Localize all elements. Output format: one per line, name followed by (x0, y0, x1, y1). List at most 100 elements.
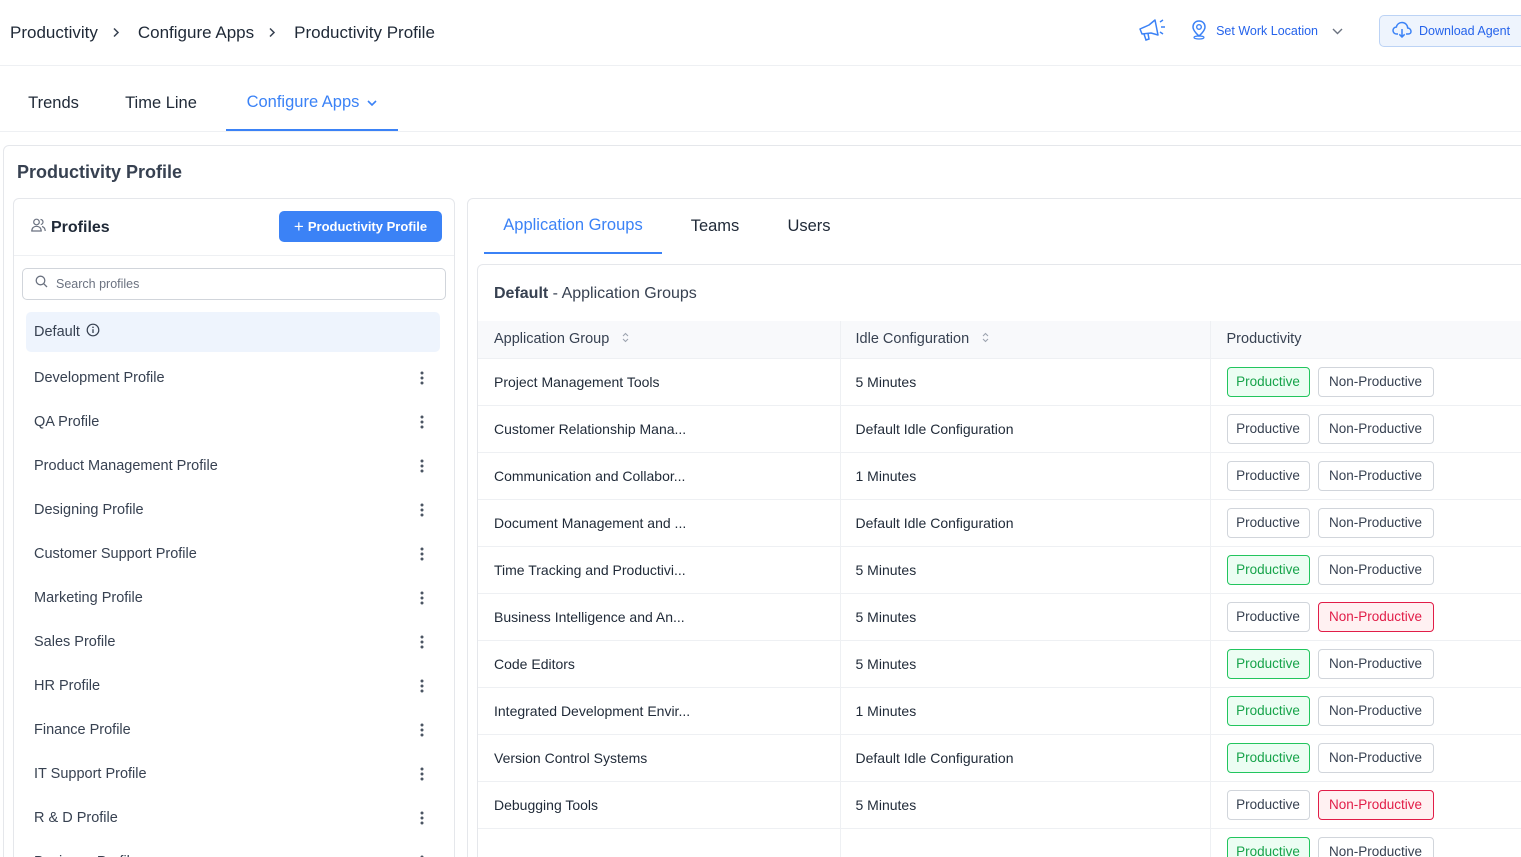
profiles-header: Profiles + Productivity Profile (14, 199, 454, 256)
non-productive-button[interactable]: Non-Productive (1317, 742, 1434, 773)
tab-configure-apps[interactable]: Configure Apps (226, 76, 398, 131)
idle-configuration-cell[interactable]: 5 Minutes (840, 593, 1211, 641)
idle-configuration-cell[interactable]: 5 Minutes (840, 546, 1211, 594)
more-options-icon[interactable] (412, 459, 432, 473)
non-productive-button[interactable]: Non-Productive (1317, 413, 1434, 444)
application-group-cell (478, 828, 841, 857)
application-groups-box: Default - Application Groups Application… (477, 264, 1521, 857)
tab-configure-apps-label: Configure Apps (246, 93, 360, 111)
table-row: Communication and Collabor... 1 Minutes Pr… (478, 452, 1521, 500)
column-productivity-label: Productivity (1226, 331, 1302, 348)
breadcrumb-configure-apps[interactable]: Configure Apps (138, 23, 254, 43)
productive-button[interactable]: Productive (1226, 601, 1310, 632)
non-productive-button[interactable]: Non-Productive (1317, 366, 1434, 397)
tab-application-groups[interactable]: Application Groups (484, 199, 662, 254)
location-pin-icon (1190, 19, 1208, 43)
non-productive-button[interactable]: Non-Productive (1317, 789, 1434, 820)
breadcrumb-productivity[interactable]: Productivity (10, 23, 98, 43)
profile-list-item[interactable]: Default (26, 312, 440, 352)
idle-configuration-cell[interactable] (840, 828, 1211, 857)
tab-users[interactable]: Users (772, 199, 846, 254)
productive-button[interactable]: Productive (1226, 507, 1310, 538)
table-row: Customer Relationship Mana... Default Idl… (478, 405, 1521, 453)
more-options-icon[interactable] (412, 547, 432, 561)
productive-button[interactable]: Productive (1226, 460, 1310, 491)
profile-list-item[interactable]: Designing Profile (26, 488, 440, 532)
table-row: Debugging Tools 5 Minutes Productive Non-Pr… (478, 781, 1521, 829)
application-groups-title: Default - Application Groups (494, 285, 697, 303)
tab-time-line[interactable]: Time Line (106, 76, 216, 131)
productive-button[interactable]: Productive (1226, 695, 1310, 726)
productivity-cell: Productive Non-Productive (1210, 734, 1521, 782)
tab-trends[interactable]: Trends (11, 76, 96, 131)
column-idle-configuration[interactable]: Idle Configuration (840, 321, 1211, 359)
productivity-cell: Productive Non-Productive (1210, 546, 1521, 594)
idle-configuration-cell[interactable]: 1 Minutes (840, 687, 1211, 735)
more-options-icon[interactable] (412, 371, 432, 385)
profile-name-text: IT Support Profile (34, 766, 147, 782)
sort-icon[interactable] (982, 331, 989, 347)
productive-button[interactable]: Productive (1226, 836, 1310, 857)
idle-configuration-cell[interactable]: 1 Minutes (840, 452, 1211, 500)
profile-list-item[interactable]: Sales Profile (26, 620, 440, 664)
productive-button[interactable]: Productive (1226, 742, 1310, 773)
info-icon[interactable] (86, 323, 100, 341)
non-productive-button[interactable]: Non-Productive (1317, 507, 1434, 538)
idle-configuration-cell[interactable]: Default Idle Configuration (840, 405, 1211, 453)
more-options-icon[interactable] (412, 767, 432, 781)
profile-name-label: Default (34, 323, 100, 341)
column-application-group[interactable]: Application Group (478, 321, 841, 359)
more-options-icon[interactable] (412, 503, 432, 517)
configuration-panel: Application Groups Teams Users Default -… (467, 198, 1521, 857)
page-title: Productivity Profile (17, 162, 183, 182)
more-options-icon[interactable] (412, 679, 432, 693)
profile-list-item[interactable]: Marketing Profile (26, 576, 440, 620)
more-options-icon[interactable] (412, 811, 432, 825)
non-productive-button[interactable]: Non-Productive (1317, 601, 1434, 632)
more-options-icon[interactable] (412, 591, 432, 605)
profile-list-item[interactable]: Finance Profile (26, 708, 440, 752)
add-profile-label: Productivity Profile (307, 219, 428, 234)
search-icon (35, 275, 48, 293)
profile-list-item[interactable]: IT Support Profile (26, 752, 440, 796)
idle-configuration-cell[interactable]: Default Idle Configuration (840, 734, 1211, 782)
download-agent-button[interactable]: Download Agent (1379, 15, 1521, 47)
idle-configuration-cell[interactable]: Default Idle Configuration (840, 499, 1211, 547)
idle-configuration-cell[interactable]: 5 Minutes (840, 640, 1211, 688)
add-productivity-profile-button[interactable]: + Productivity Profile (279, 211, 442, 242)
idle-configuration-cell[interactable]: 5 Minutes (840, 358, 1211, 406)
more-options-icon[interactable] (412, 723, 432, 737)
sort-icon[interactable] (622, 331, 629, 347)
set-work-location-dropdown[interactable]: Set Work Location (1190, 19, 1343, 43)
profile-list-item[interactable]: Development Profile (26, 356, 440, 400)
plus-icon: + (293, 217, 304, 236)
search-profiles-input[interactable] (56, 277, 416, 291)
idle-configuration-cell[interactable]: 5 Minutes (840, 781, 1211, 829)
productive-button[interactable]: Productive (1226, 366, 1310, 397)
profile-list-item[interactable]: Business Profile (26, 840, 440, 857)
tab-teams[interactable]: Teams (676, 199, 754, 254)
productivity-cell: Productive Non-Productive (1210, 499, 1521, 547)
productive-button[interactable]: Productive (1226, 789, 1310, 820)
non-productive-button[interactable]: Non-Productive (1317, 460, 1434, 491)
profiles-panel: Profiles + Productivity Profile Default D… (13, 198, 455, 857)
productive-button[interactable]: Productive (1226, 648, 1310, 679)
profile-list-item[interactable]: Product Management Profile (26, 444, 440, 488)
non-productive-button[interactable]: Non-Productive (1317, 836, 1434, 857)
non-productive-button[interactable]: Non-Productive (1317, 648, 1434, 679)
profile-list-item[interactable]: R & D Profile (26, 796, 440, 840)
profile-list-item[interactable]: HR Profile (26, 664, 440, 708)
table-row: Version Control Systems Default Idle Conf… (478, 734, 1521, 782)
more-options-icon[interactable] (412, 635, 432, 649)
non-productive-button[interactable]: Non-Productive (1317, 695, 1434, 726)
chevron-down-icon (367, 93, 377, 112)
megaphone-icon[interactable] (1136, 16, 1166, 46)
tab-teams-label: Teams (690, 217, 740, 235)
productive-button[interactable]: Productive (1226, 413, 1310, 444)
non-productive-button[interactable]: Non-Productive (1317, 554, 1434, 585)
more-options-icon[interactable] (412, 415, 432, 429)
profile-list-item[interactable]: Customer Support Profile (26, 532, 440, 576)
productive-button[interactable]: Productive (1226, 554, 1310, 585)
profile-list-item[interactable]: QA Profile (26, 400, 440, 444)
table-row: Business Intelligence and An... 5 Minutes… (478, 593, 1521, 641)
